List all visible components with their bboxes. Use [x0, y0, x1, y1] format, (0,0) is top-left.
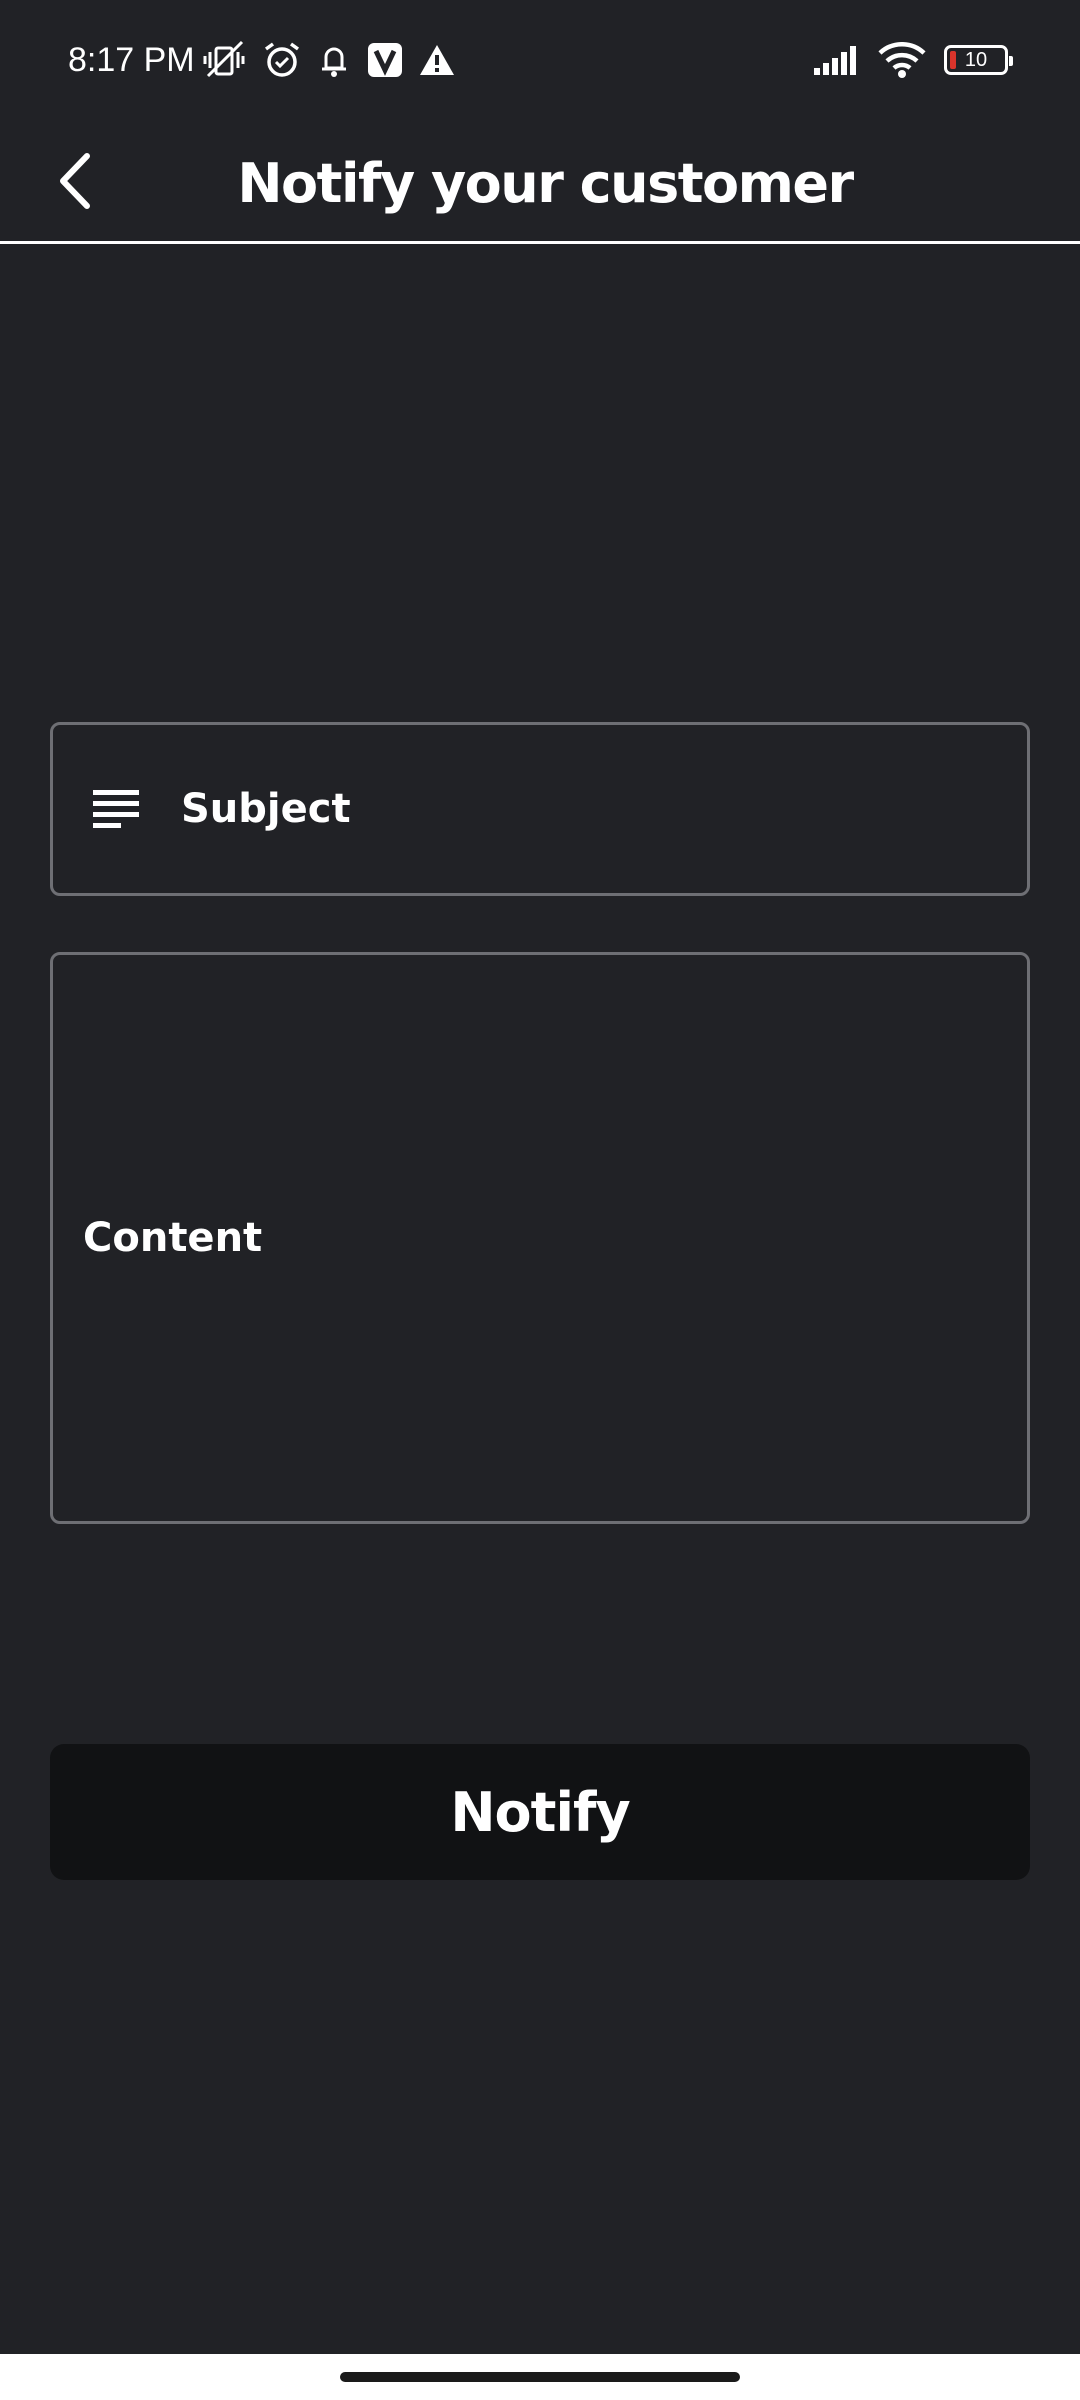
battery-icon: 10: [944, 45, 1013, 75]
signal-icon: [812, 44, 860, 76]
notification-bell-icon: [316, 40, 352, 80]
alarm-icon: [262, 40, 302, 80]
v-app-icon: [366, 41, 404, 79]
subject-placeholder: Subject: [181, 786, 351, 832]
warning-icon: [418, 42, 456, 78]
notify-button-label: Notify: [450, 1780, 630, 1844]
status-right-icons: 10: [812, 38, 1013, 82]
content-placeholder: Content: [83, 1215, 263, 1261]
subject-lines-icon: [93, 788, 139, 830]
subject-input[interactable]: Subject: [50, 722, 1030, 896]
app-header: Notify your customer: [0, 118, 1080, 244]
status-bar: 8:17 PM 10: [0, 0, 1080, 118]
system-navigation-bar: [0, 2354, 1080, 2400]
battery-fill: [950, 51, 956, 69]
content-textarea[interactable]: Content: [50, 952, 1030, 1524]
vibrate-off-icon: [202, 40, 248, 80]
status-time: 8:17 PM: [68, 41, 195, 79]
home-indicator[interactable]: [340, 2372, 740, 2382]
battery-level: 10: [964, 48, 988, 71]
status-left-icons: [202, 38, 456, 82]
notify-button[interactable]: Notify: [50, 1744, 1030, 1880]
wifi-icon: [878, 42, 926, 78]
page-title: Notify your customer: [237, 152, 854, 215]
